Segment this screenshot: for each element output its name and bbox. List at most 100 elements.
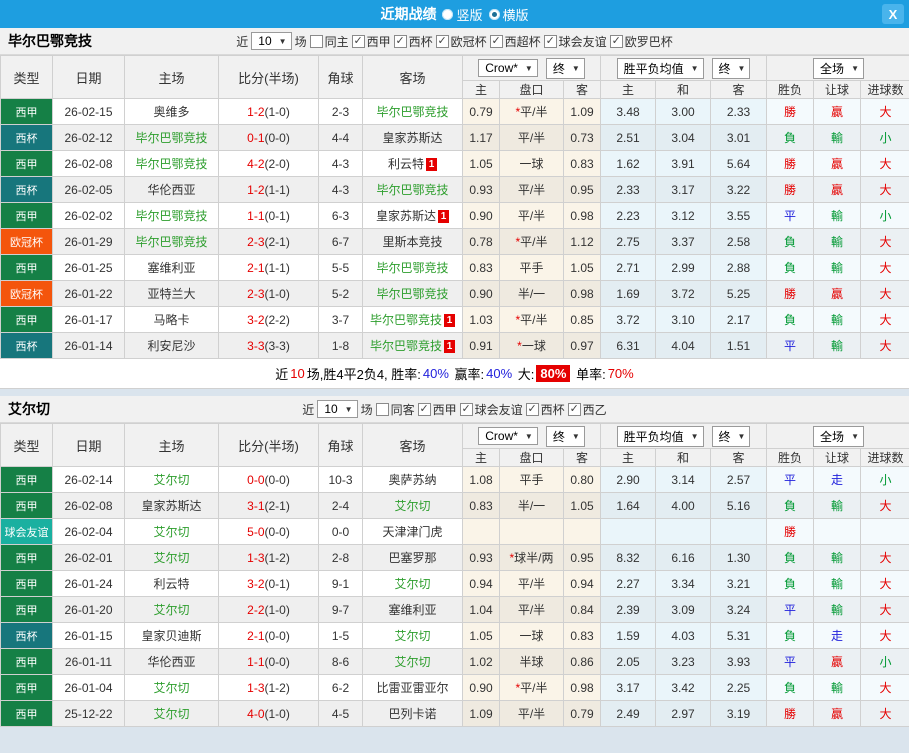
- checkbox-checked-icon[interactable]: ✓: [417, 402, 431, 416]
- match-row: 西甲 26-01-20 艾尔切 2-2(1-0) 9-7 塞维利亚 1.04 平/半 0.84 2…: [0, 596, 909, 623]
- odds-group-header: Crow* ▼ 终 ▼: [462, 423, 601, 449]
- checkbox-checked-icon[interactable]: ✓: [489, 34, 503, 48]
- avg-away-cell: 2.58: [709, 228, 768, 255]
- corner-cell: 4-3: [318, 176, 363, 203]
- team-label: 毕尔巴鄂竞技: [369, 339, 442, 353]
- odds-home-cell: 0.90: [462, 280, 500, 307]
- odds-final-select[interactable]: 终 ▼: [545, 425, 585, 447]
- league-checkbox[interactable]: ✓ 西乙: [567, 401, 607, 418]
- avg-final-select[interactable]: 终 ▼: [711, 425, 751, 447]
- league-checkbox[interactable]: ✓ 欧冠杯: [435, 33, 487, 50]
- halftime-score: (1-2): [264, 680, 290, 695]
- radio-checked-icon[interactable]: [488, 8, 500, 20]
- avg-draw-cell: 3.00: [655, 98, 711, 125]
- layout-vertical-option[interactable]: 竖版: [442, 5, 483, 24]
- league-checkbox[interactable]: ✓ 西甲: [351, 33, 391, 50]
- halftime-score: (1-0): [264, 602, 290, 617]
- team-label: 艾尔切: [394, 577, 431, 591]
- handicap-result-cell: 輸: [813, 570, 862, 597]
- summary-row: 近 10 场,胜4平2负4, 胜率: 40% 赢率: 40% 大: 80% 单率: 70%: [0, 359, 909, 389]
- checkbox-checked-icon[interactable]: ✓: [567, 402, 581, 416]
- league-checkbox[interactable]: ✓ 球会友谊: [459, 401, 523, 418]
- odds-final-select[interactable]: 终 ▼: [545, 57, 585, 79]
- bottom-strip: [0, 727, 909, 733]
- checkbox-checked-icon[interactable]: ✓: [525, 402, 539, 416]
- handicap-cell: 一球: [499, 150, 564, 177]
- type-cell: 球会友谊: [0, 518, 53, 545]
- same-venue-checkbox[interactable]: 同客: [375, 401, 415, 418]
- checkbox-icon[interactable]: [309, 34, 323, 48]
- score-cell: 1-3(1-2): [218, 674, 319, 701]
- team-label: 毕尔巴鄂竞技: [135, 209, 208, 223]
- avg-select[interactable]: 胜平负均值 ▼: [616, 425, 704, 447]
- avg-home-cell: 2.51: [600, 124, 656, 151]
- avg-away-cell: 2.57: [709, 466, 768, 493]
- odds-away-cell: 0.83: [563, 622, 601, 649]
- handicap-cell: 半球: [499, 648, 564, 675]
- checkbox-checked-icon[interactable]: ✓: [609, 34, 623, 48]
- result-cell: 平: [766, 332, 815, 359]
- single-rate-value: 70%: [607, 366, 634, 381]
- match-row: 西甲 26-01-11 华伦西亚 1-1(0-0) 8-6 艾尔切 1.02 半球 0.86 2.…: [0, 648, 909, 675]
- scope-select[interactable]: 全场 ▼: [813, 425, 864, 447]
- checkbox-checked-icon[interactable]: ✓: [393, 34, 407, 48]
- league-checkbox[interactable]: ✓ 西杯: [525, 401, 565, 418]
- column-header: 比分(半场): [218, 423, 319, 467]
- section-header: 艾尔切近 10 ▼ 场同客 ✓ 西甲 ✓ 球会友谊 ✓ 西杯 ✓ 西乙: [0, 396, 909, 423]
- column-header: 类型: [0, 423, 53, 467]
- goals-result-cell: 小: [860, 202, 909, 229]
- avg-group-header: 胜平负均值 ▼ 终 ▼: [599, 423, 768, 449]
- team-label: 利云特: [387, 157, 424, 171]
- checkbox-icon[interactable]: [375, 402, 389, 416]
- avg-away-cell: 5.31: [709, 622, 768, 649]
- league-checkbox[interactable]: ✓ 西超杯: [489, 33, 541, 50]
- corner-cell: 10-3: [318, 466, 363, 493]
- home-team-cell: 皇家苏斯达: [124, 492, 219, 519]
- halftime-score: (0-0): [264, 130, 290, 145]
- odds-company-select[interactable]: Crow* ▼: [478, 59, 538, 77]
- result-cell: 勝: [766, 98, 815, 125]
- close-icon[interactable]: X: [882, 4, 904, 24]
- column-header: 主场: [124, 55, 219, 99]
- odds-company-select[interactable]: Crow* ▼: [478, 427, 538, 445]
- away-team-cell: 毕尔巴鄂竞技: [362, 254, 463, 281]
- type-cell: 西甲: [0, 492, 53, 519]
- scope-select[interactable]: 全场 ▼: [813, 57, 864, 79]
- type-cell: 西甲: [0, 98, 53, 125]
- odds-away-cell: 0.95: [563, 176, 601, 203]
- checkbox-checked-icon[interactable]: ✓: [543, 34, 557, 48]
- radio-unchecked-icon[interactable]: [442, 8, 454, 20]
- score-cell: 0-0(0-0): [218, 466, 319, 493]
- avg-select[interactable]: 胜平负均值 ▼: [616, 57, 704, 79]
- match-count-select[interactable]: 10 ▼: [317, 400, 358, 418]
- type-cell: 西杯: [0, 332, 53, 359]
- checkbox-checked-icon[interactable]: ✓: [435, 34, 449, 48]
- goals-result-cell: 大: [860, 228, 909, 255]
- handicap-result-cell: 輸: [813, 202, 862, 229]
- handicap-result-cell: 贏: [813, 98, 862, 125]
- match-count-select-value: 10: [324, 402, 338, 416]
- unit-label: 场: [360, 402, 373, 417]
- league-checkbox[interactable]: ✓ 西甲: [417, 401, 457, 418]
- chevron-down-icon: ▼: [278, 36, 287, 46]
- score-cell: 3-1(2-1): [218, 492, 319, 519]
- league-checkbox[interactable]: ✓ 球会友谊: [543, 33, 607, 50]
- odds-final-select-value: 终: [552, 429, 565, 444]
- layout-horizontal-option[interactable]: 横版: [488, 5, 529, 24]
- same-venue-checkbox[interactable]: 同主: [309, 33, 349, 50]
- horizontal-option-label: 横版: [502, 7, 529, 23]
- result-cell: 負: [766, 492, 815, 519]
- odds-final-select-value: 终: [552, 61, 565, 76]
- corner-cell: 6-7: [318, 228, 363, 255]
- scope-select-value: 全场: [820, 429, 845, 444]
- match-count-select[interactable]: 10 ▼: [251, 32, 292, 50]
- checkbox-checked-icon[interactable]: ✓: [351, 34, 365, 48]
- league-checkbox[interactable]: ✓ 西杯: [393, 33, 433, 50]
- team-label: 利云特: [153, 577, 190, 591]
- avg-final-select[interactable]: 终 ▼: [711, 57, 751, 79]
- team-label: 艾尔切: [153, 525, 190, 539]
- checkbox-checked-icon[interactable]: ✓: [459, 402, 473, 416]
- handicap-cell: *平/半: [499, 674, 564, 701]
- goals-result-cell: 小: [860, 648, 909, 675]
- league-checkbox[interactable]: ✓ 欧罗巴杯: [609, 33, 673, 50]
